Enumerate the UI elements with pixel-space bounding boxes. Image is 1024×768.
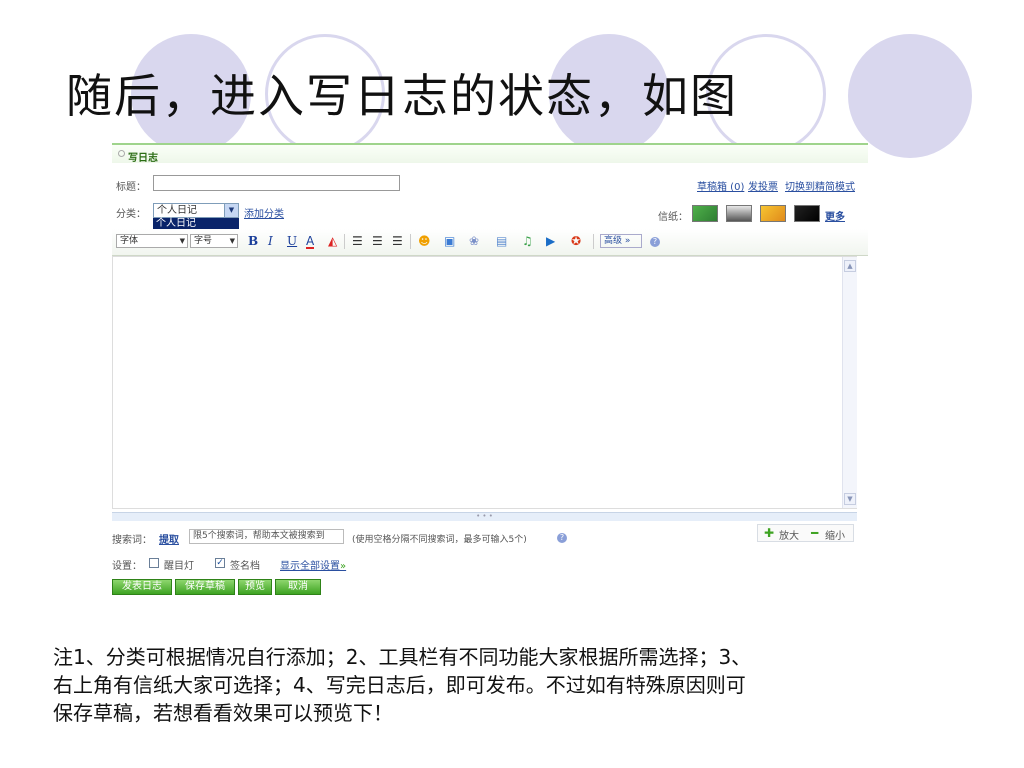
- minus-icon[interactable]: ━: [811, 526, 818, 540]
- slide-note: 注1、分类可根据情况自行添加；2、工具栏有不同功能大家根据所需选择；3、 右上角…: [53, 643, 953, 727]
- category-selected-value: 个人日记: [157, 205, 197, 216]
- toolbar-separator: [593, 234, 594, 249]
- publish-button[interactable]: 发表日志: [112, 579, 172, 595]
- save-draft-button[interactable]: 保存草稿: [175, 579, 235, 595]
- stationery-thumb-1[interactable]: [692, 205, 718, 222]
- chevron-down-icon: ▼: [229, 237, 235, 245]
- align-center-icon[interactable]: ☰: [372, 235, 383, 247]
- note-line: 注1、分类可根据情况自行添加；2、工具栏有不同功能大家根据所需选择；3、: [53, 645, 752, 669]
- add-category-link[interactable]: 添加分类: [244, 205, 284, 220]
- keyword-label: 搜索词：: [112, 535, 152, 546]
- font-select[interactable]: 字体 ▼: [116, 234, 188, 248]
- highlight-icon[interactable]: ◭: [328, 235, 337, 247]
- advanced-label: 高级: [604, 236, 623, 246]
- slide-title: 随后，进入写日志的状态，如图: [66, 69, 738, 123]
- editor-resize-handle[interactable]: • • •: [112, 512, 857, 521]
- font-color-button[interactable]: A: [306, 235, 315, 249]
- font-select-label: 字体: [120, 236, 139, 246]
- switch-mode-link[interactable]: 切换到精简模式: [785, 178, 855, 193]
- chevron-down-icon[interactable]: ▼: [224, 204, 238, 217]
- blog-editor-screenshot: 写日志 标题： 草稿箱 (0) 发投票 切换到精简模式 分类： 个人日记 ▼ 个…: [112, 143, 868, 601]
- scroll-up-icon[interactable]: ▲: [844, 260, 856, 272]
- chevron-down-icon: ▼: [179, 237, 185, 245]
- editor-scrollbar[interactable]: ▲ ▼: [842, 257, 857, 508]
- note-line: 右上角有信纸大家可选择；4、写完日志后，即可发布。不过如有特殊原因则可: [53, 673, 746, 697]
- keyword-input[interactable]: 限5个搜索词，帮助本文被搜索到: [189, 529, 344, 544]
- help-icon[interactable]: ?: [557, 533, 567, 543]
- media-icon[interactable]: ▶: [546, 235, 555, 247]
- stationery-thumb-3[interactable]: [760, 205, 786, 222]
- editor-textarea[interactable]: [112, 256, 857, 509]
- stationery-thumb-2[interactable]: [726, 205, 752, 222]
- zoom-in-button[interactable]: 放大: [779, 527, 799, 542]
- image-icon[interactable]: ▣: [444, 235, 455, 247]
- keyword-hint: (使用空格分隔不同搜索词，最多可输入5个): [352, 535, 527, 545]
- emoticon-icon[interactable]: ☻: [418, 235, 431, 247]
- chevron-down-icon: »: [624, 236, 631, 246]
- size-select-label: 字号: [194, 236, 213, 246]
- video-icon[interactable]: ▤: [496, 235, 507, 247]
- cancel-button[interactable]: 取消: [275, 579, 321, 595]
- bullet-icon: [118, 150, 125, 157]
- flash-icon[interactable]: ✪: [571, 235, 581, 247]
- vote-link[interactable]: 发投票: [748, 178, 778, 193]
- toolbar-separator: [410, 234, 411, 249]
- show-all-settings-link[interactable]: 显示全部设置»: [280, 557, 346, 572]
- category-label: 分类：: [116, 209, 146, 220]
- help-icon[interactable]: ?: [650, 237, 660, 247]
- bold-button[interactable]: B: [248, 235, 258, 247]
- preview-button[interactable]: 预览: [238, 579, 272, 595]
- italic-button[interactable]: I: [268, 235, 273, 247]
- photo-album-icon[interactable]: ❀: [469, 235, 479, 247]
- drafts-link[interactable]: 草稿箱 (0): [697, 178, 744, 193]
- title-input[interactable]: [153, 175, 400, 191]
- more-stationery-link[interactable]: 更多: [825, 208, 845, 223]
- show-all-settings-text: 显示全部设置: [280, 561, 340, 572]
- title-label: 标题：: [116, 182, 146, 193]
- align-right-icon[interactable]: ☰: [392, 235, 403, 247]
- signature-label: 签名档: [230, 561, 260, 572]
- music-icon[interactable]: ♫: [522, 235, 533, 247]
- stationery-label: 信纸：: [658, 212, 688, 223]
- settings-label: 设置：: [112, 561, 142, 572]
- note-line: 保存草稿，若想看看效果可以预览下！: [53, 701, 393, 725]
- eye-light-label: 醒目灯: [164, 561, 194, 572]
- eye-light-checkbox[interactable]: [149, 558, 159, 568]
- underline-button[interactable]: U: [287, 235, 297, 247]
- size-select[interactable]: 字号 ▼: [190, 234, 238, 248]
- signature-checkbox[interactable]: ✓: [215, 558, 225, 568]
- plus-icon[interactable]: ✚: [764, 526, 774, 540]
- category-select[interactable]: 个人日记 ▼: [153, 203, 239, 218]
- scroll-down-icon[interactable]: ▼: [844, 493, 856, 505]
- extract-keywords-link[interactable]: 提取: [159, 531, 179, 546]
- editor-header-title: 写日志: [128, 153, 158, 164]
- double-chevron-down-icon: »: [340, 561, 347, 572]
- format-toolbar: 字体 ▼ 字号 ▼ B I U A ◭ ☰ ☰ ☰ ☻ ▣ ❀ ▤ ♫ ▶ ✪ 高级…: [112, 229, 868, 256]
- editor-header: 写日志: [112, 143, 868, 164]
- decor-circle: [848, 34, 972, 158]
- advanced-button[interactable]: 高级 »: [600, 234, 642, 248]
- stationery-thumb-4[interactable]: [794, 205, 820, 222]
- toolbar-separator: [344, 234, 345, 249]
- align-left-icon[interactable]: ☰: [352, 235, 363, 247]
- zoom-out-button[interactable]: 缩小: [825, 527, 845, 542]
- zoom-controls: ✚ 放大 ━ 缩小: [757, 524, 854, 542]
